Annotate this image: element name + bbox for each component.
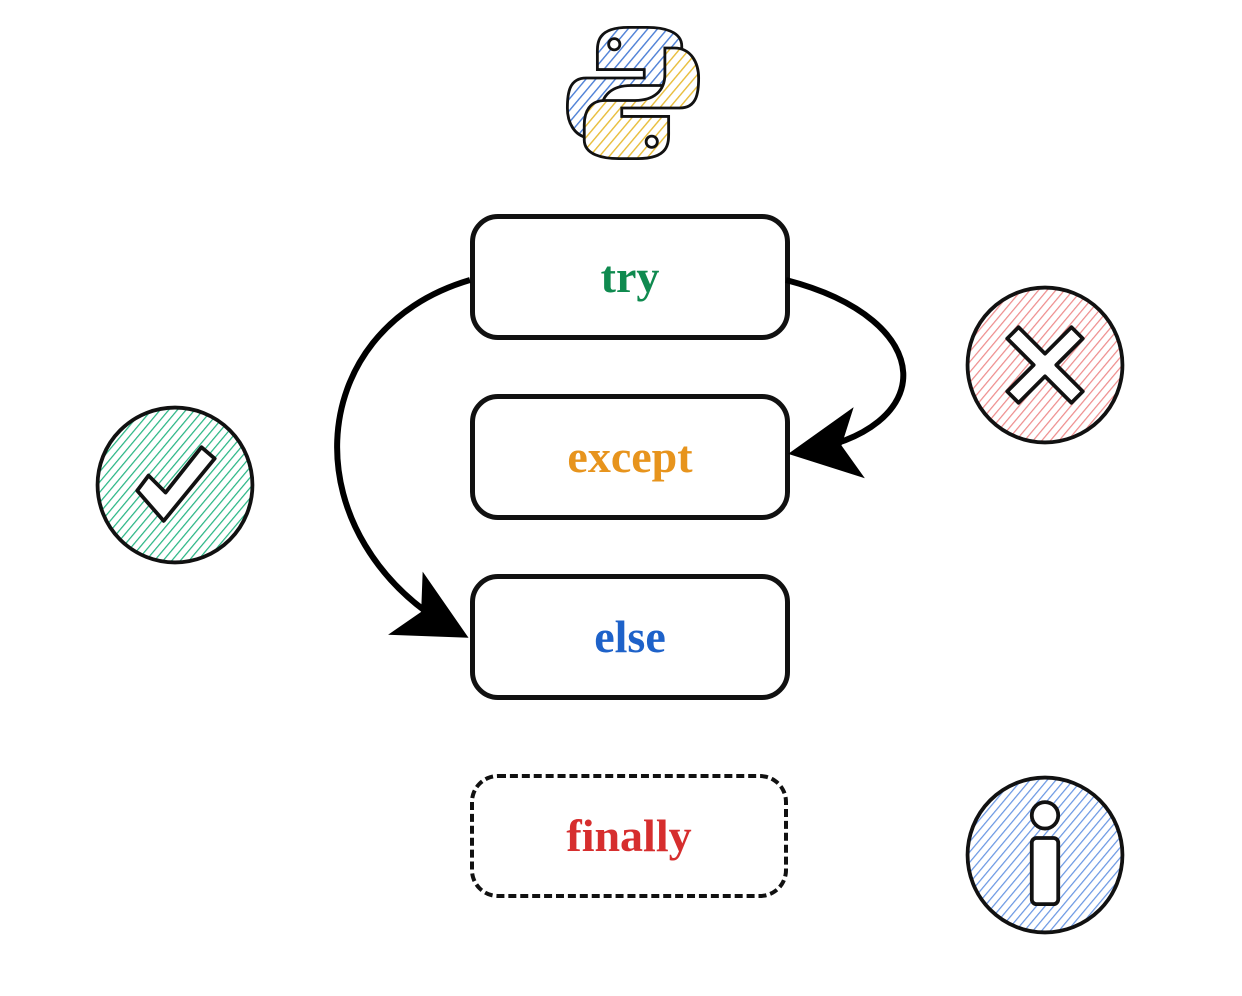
arrow-try-to-except [786,280,903,452]
try-label: try [601,254,660,300]
diagram-stage: try except else finally [0,0,1242,996]
finally-label: finally [566,813,691,859]
cross-icon [960,280,1130,450]
checkmark-icon [90,400,260,570]
except-block: except [470,394,790,520]
finally-block: finally [470,774,788,898]
else-block: else [470,574,790,700]
except-label: except [567,434,692,480]
info-icon [960,770,1130,940]
try-block: try [470,214,790,340]
else-label: else [594,614,666,660]
arrow-try-to-else [337,280,470,632]
python-logo-icon [558,18,708,168]
